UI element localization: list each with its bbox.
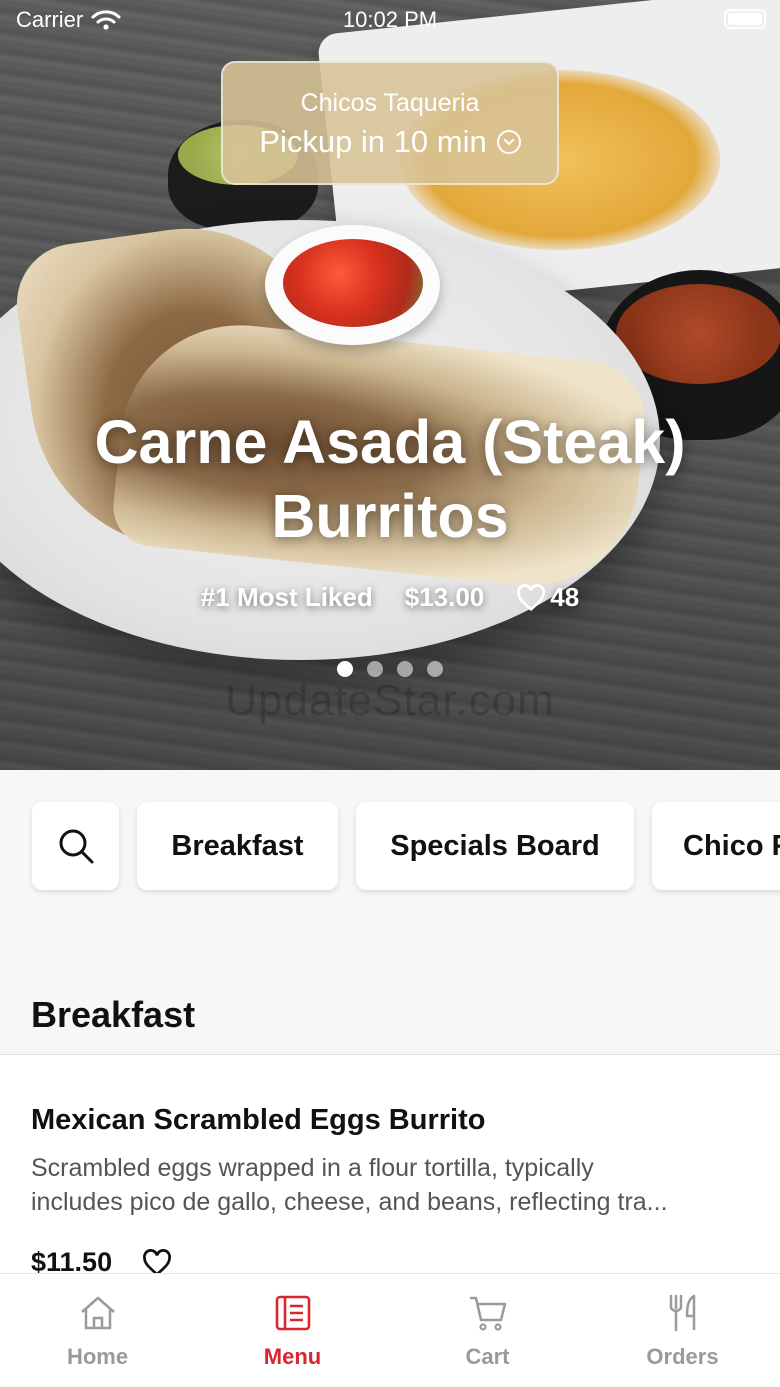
watermark: UpdateStar.com (225, 676, 555, 725)
carousel-dot[interactable] (367, 661, 383, 677)
home-icon (80, 1296, 115, 1330)
featured-rank: #1 Most Liked (200, 582, 373, 612)
status-time: 10:02 PM (342, 7, 438, 32)
tab-home-label: Home (66, 1344, 129, 1369)
carousel-page-indicator[interactable] (0, 661, 780, 677)
carousel-dot[interactable] (337, 661, 353, 677)
tab-bar: Home Menu Cart Orders (0, 1273, 780, 1387)
utensils-icon (669, 1294, 695, 1332)
featured-likes[interactable]: 48 (516, 582, 579, 613)
pickup-time: Pickup in 10 min (259, 124, 487, 159)
menu-item-description-line: Scrambled eggs wrapped in a flour tortil… (31, 1154, 594, 1182)
tab-orders-label: Orders (646, 1344, 719, 1369)
featured-item-meta: #1 Most Liked $13.00 48 (0, 582, 780, 613)
category-chip-breakfast[interactable]: Breakfast (137, 802, 338, 890)
tab-home[interactable]: Home (0, 1274, 195, 1387)
featured-item-title: Carne Asada (Steak) Burritos (94, 408, 686, 550)
featured-hero[interactable]: Chicos Taqueria Pickup in 10 min Carne A… (0, 0, 780, 770)
category-chip-specials-board[interactable]: Specials Board (356, 802, 634, 890)
featured-price: $13.00 (404, 582, 485, 612)
battery-icon (724, 9, 766, 29)
restaurant-pickup-selector[interactable]: Chicos Taqueria Pickup in 10 min (221, 61, 559, 185)
section-title: Breakfast (31, 994, 196, 1035)
tab-menu-label: Menu (263, 1344, 322, 1369)
menu-item-card[interactable]: Mexican Scrambled Eggs Burrito Scrambled… (0, 1055, 780, 1285)
restaurant-name: Chicos Taqueria (300, 89, 480, 117)
menu-item-description-line: includes pico de gallo, cheese, and bean… (31, 1188, 668, 1216)
menu-item-name: Mexican Scrambled Eggs Burrito (31, 1104, 486, 1136)
menu-item-description: Scrambled eggs wrapped in a flour tortil… (31, 1151, 751, 1219)
search-button[interactable] (32, 802, 119, 890)
category-chip-chico-favorites[interactable]: Chico Favorites (652, 802, 780, 890)
tab-cart-label: Cart (465, 1344, 510, 1369)
search-icon (59, 829, 93, 864)
tab-orders[interactable]: Orders (585, 1274, 780, 1387)
cart-icon (469, 1296, 506, 1331)
status-bar: Carrier 10:02 PM (0, 0, 780, 40)
tab-cart[interactable]: Cart (390, 1274, 585, 1387)
featured-likes-count: 48 (550, 582, 580, 612)
carousel-dot[interactable] (397, 661, 413, 677)
carousel-dot[interactable] (427, 661, 443, 677)
category-chips: Breakfast Specials Board Chico Favorites (0, 770, 780, 900)
heart-icon (517, 583, 546, 611)
pico-bowl-image (265, 225, 440, 345)
menu-icon (275, 1295, 310, 1331)
chevron-down-icon (496, 130, 521, 154)
tab-menu[interactable]: Menu (195, 1274, 390, 1387)
